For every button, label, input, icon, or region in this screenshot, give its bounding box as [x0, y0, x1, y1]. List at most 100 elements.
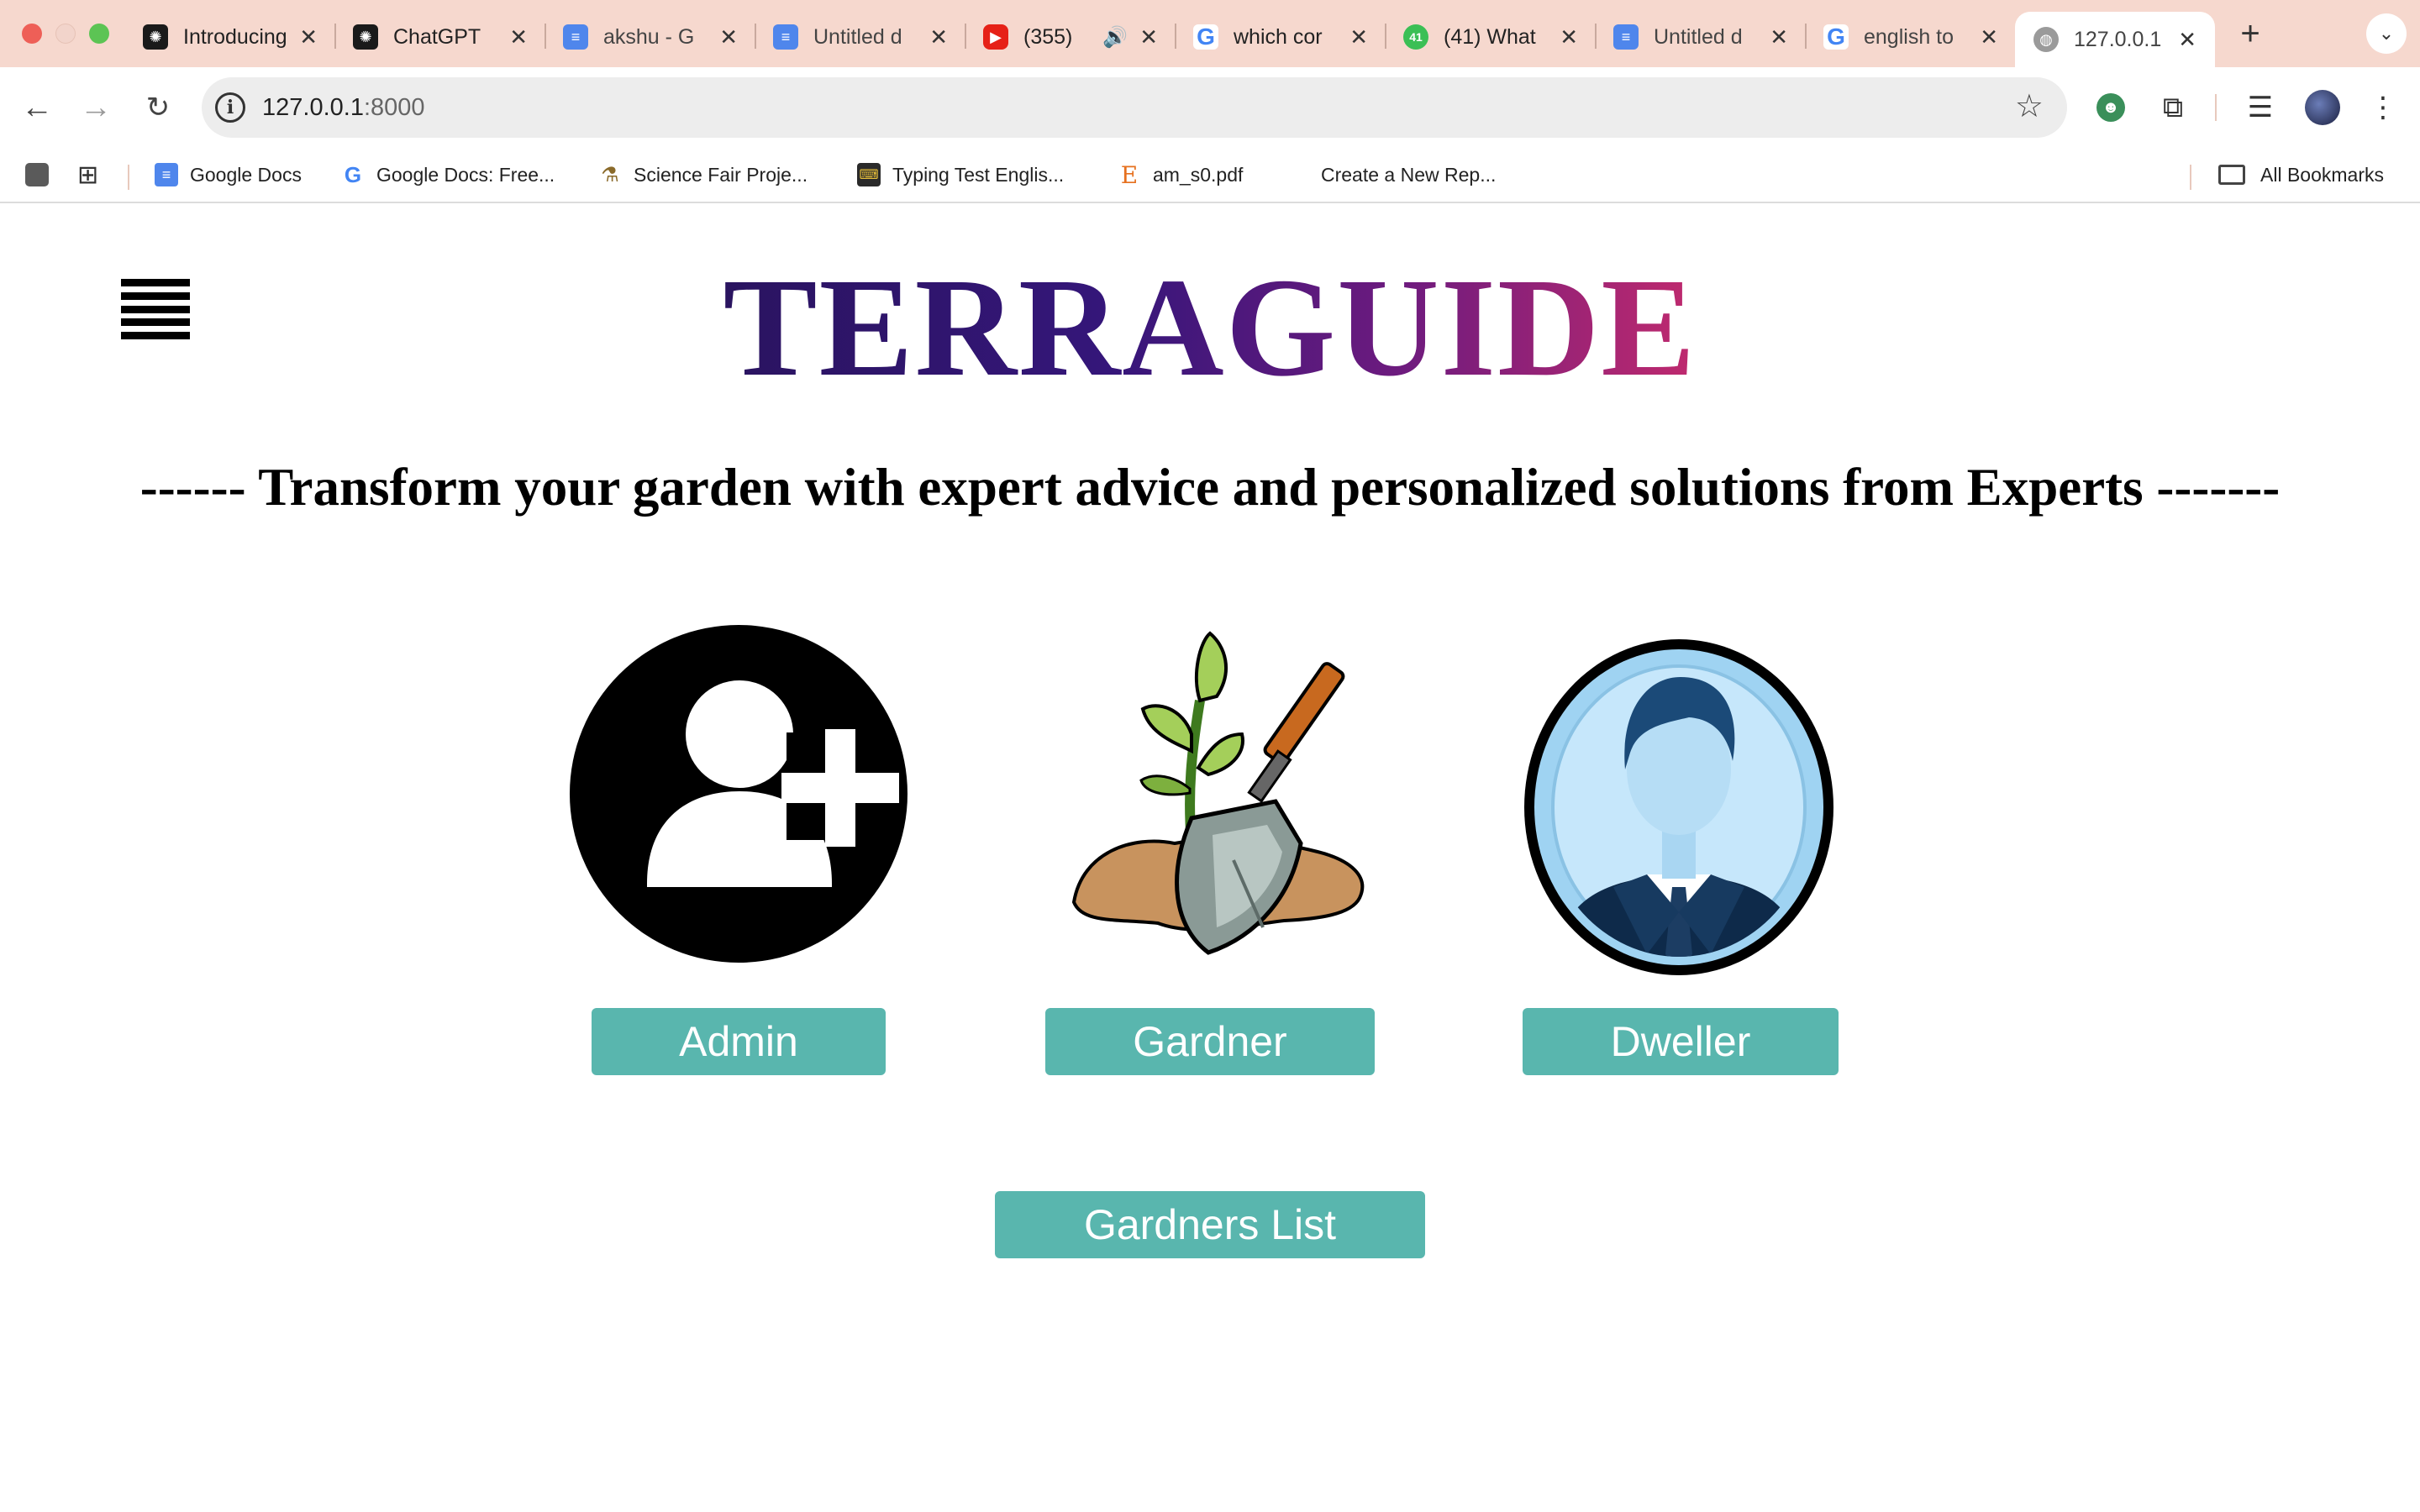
- extension-robot-icon[interactable]: ☻: [2089, 86, 2133, 129]
- gardner-button[interactable]: Gardner: [1045, 1008, 1375, 1075]
- bookmark-star-icon[interactable]: ☆: [2015, 87, 2044, 125]
- tab-separator: [1385, 24, 1386, 49]
- close-window-dot[interactable]: [22, 24, 42, 44]
- pdf-icon: E: [1120, 160, 1139, 189]
- add-user-icon: [570, 625, 908, 963]
- chatgpt-icon: ✺: [143, 24, 168, 50]
- forward-arrow-icon[interactable]: →: [77, 89, 114, 126]
- close-tab-icon[interactable]: ✕: [2178, 27, 2196, 53]
- bookmarks-bar: ⊞ ≡ Google Docs G Google Docs: Free... ⚗…: [0, 148, 2420, 203]
- close-tab-icon[interactable]: ✕: [1349, 24, 1368, 50]
- minimize-window-dot[interactable]: [55, 24, 76, 44]
- bookmark-label: Google Docs: [190, 163, 302, 186]
- tab-akshu[interactable]: ≡ akshu - G ✕: [563, 10, 738, 64]
- tab-english-to[interactable]: G english to ✕: [1823, 10, 1998, 64]
- google-icon: G: [344, 161, 362, 187]
- bookmark-google-docs-free[interactable]: G Google Docs: Free...: [341, 158, 555, 192]
- tab-separator: [755, 24, 756, 49]
- tab-separator: [1175, 24, 1176, 49]
- admin-button[interactable]: Admin: [592, 1008, 886, 1075]
- google-icon: G: [1823, 24, 1849, 50]
- close-tab-icon[interactable]: ✕: [509, 24, 528, 50]
- google-docs-icon: ≡: [563, 24, 588, 50]
- toolbar-divider: [2215, 94, 2217, 121]
- bookmark-google-docs[interactable]: ≡ Google Docs: [155, 158, 302, 192]
- bookmarks-divider: [128, 165, 129, 190]
- site-info-icon[interactable]: i: [215, 92, 245, 123]
- tab-label: Untitled d: [813, 24, 902, 49]
- tab-whatsapp[interactable]: 41 (41) What ✕: [1403, 10, 1578, 64]
- tab-introducing[interactable]: ✺ Introducing ✕: [143, 10, 318, 64]
- tab-label: Introducing: [183, 24, 287, 49]
- bookmark-create-repo[interactable]: Create a New Rep...: [1321, 158, 1496, 192]
- tab-untitled-1[interactable]: ≡ Untitled d ✕: [773, 10, 948, 64]
- tab-separator: [1805, 24, 1807, 49]
- site-logo: TERRAGUIDE: [0, 252, 2420, 403]
- bookmark-typing-test[interactable]: ⌨ Typing Test Englis...: [857, 158, 1064, 192]
- tab-label: akshu - G: [603, 24, 695, 49]
- apps-grid-icon[interactable]: ⊞: [77, 158, 98, 192]
- gardners-list-button[interactable]: Gardners List: [995, 1191, 1425, 1258]
- close-tab-icon[interactable]: ✕: [929, 24, 948, 50]
- youtube-icon: ▶: [983, 24, 1008, 50]
- browser-toolbar: ← → ↻ i 127.0.0.1:8000 ☆ ☻ ⧉ ☰ ⋮: [0, 67, 2420, 148]
- profile-avatar[interactable]: [2301, 86, 2344, 129]
- close-tab-icon[interactable]: ✕: [1770, 24, 1788, 50]
- url-host: 127.0.0.1: [262, 94, 364, 121]
- bookmark-label: Create a New Rep...: [1321, 163, 1497, 186]
- tab-localhost[interactable]: ◍ 127.0.0.1 ✕: [2015, 12, 2215, 67]
- dweller-button[interactable]: Dweller: [1523, 1008, 1839, 1075]
- tab-which-cor[interactable]: G which cor ✕: [1193, 10, 1368, 64]
- bookmark-label: am_s0.pdf: [1153, 163, 1244, 186]
- typing-icon: ⌨: [857, 163, 881, 186]
- all-bookmarks-button[interactable]: All Bookmarks: [2218, 158, 2384, 192]
- bookmarks-divider: [2190, 165, 2191, 190]
- tab-separator: [544, 24, 546, 49]
- address-bar[interactable]: i 127.0.0.1:8000 ☆: [202, 77, 2067, 138]
- bookmark-label: Science Fair Proje...: [634, 163, 808, 186]
- back-arrow-icon[interactable]: ←: [18, 89, 55, 126]
- close-tab-icon[interactable]: ✕: [299, 24, 318, 50]
- google-docs-icon: ≡: [773, 24, 798, 50]
- tab-youtube[interactable]: ▶ (355) 🔊 ✕: [983, 10, 1158, 64]
- close-tab-icon[interactable]: ✕: [719, 24, 738, 50]
- google-docs-icon: ≡: [1613, 24, 1639, 50]
- media-queue-icon[interactable]: ☰: [2238, 86, 2282, 129]
- apps-square-icon[interactable]: [25, 158, 49, 192]
- bookmark-science-fair[interactable]: ⚗ Science Fair Proje...: [598, 158, 808, 192]
- bookmark-am-s0-pdf[interactable]: E am_s0.pdf: [1118, 158, 1244, 192]
- extensions-puzzle-icon[interactable]: ⧉: [2151, 86, 2195, 129]
- globe-icon: ◍: [2033, 27, 2059, 52]
- chatgpt-icon: ✺: [353, 24, 378, 50]
- tab-chatgpt[interactable]: ✺ ChatGPT ✕: [353, 10, 528, 64]
- google-icon: G: [1193, 24, 1218, 50]
- address-url[interactable]: 127.0.0.1:8000: [262, 91, 425, 124]
- url-port: :8000: [363, 94, 425, 121]
- tagline: ------ Transform your garden with expert…: [139, 458, 2281, 517]
- browser-menu-icon[interactable]: ⋮: [2361, 86, 2405, 129]
- science-icon: ⚗: [601, 163, 619, 186]
- tab-label: (41) What: [1444, 24, 1536, 49]
- tab-untitled-2[interactable]: ≡ Untitled d ✕: [1613, 10, 1788, 64]
- tab-search-button[interactable]: ⌄: [2366, 13, 2407, 54]
- browser-tabstrip: ✺ Introducing ✕ ✺ ChatGPT ✕ ≡ akshu - G …: [0, 0, 2420, 67]
- new-tab-button[interactable]: +: [2233, 12, 2267, 55]
- tab-label: which cor: [1234, 24, 1323, 49]
- bookmark-label: Typing Test Englis...: [892, 163, 1065, 186]
- businessman-avatar-icon: [1524, 639, 1833, 975]
- whatsapp-icon: 41: [1403, 24, 1428, 50]
- tab-separator: [334, 24, 336, 49]
- reload-icon[interactable]: ↻: [139, 89, 176, 126]
- maximize-window-dot[interactable]: [89, 24, 109, 44]
- tab-label: (355): [1023, 24, 1073, 49]
- logo-text: TERRAGUIDE: [723, 249, 1697, 406]
- tab-label: ChatGPT: [393, 24, 481, 49]
- close-tab-icon[interactable]: ✕: [1980, 24, 1998, 50]
- bookmark-label: Google Docs: Free...: [376, 163, 555, 186]
- google-docs-icon: ≡: [155, 163, 178, 186]
- tab-label: Untitled d: [1654, 24, 1743, 49]
- close-tab-icon[interactable]: ✕: [1560, 24, 1578, 50]
- speaker-icon[interactable]: 🔊: [1102, 25, 1128, 50]
- close-tab-icon[interactable]: ✕: [1139, 24, 1158, 50]
- folder-icon: [2218, 165, 2245, 185]
